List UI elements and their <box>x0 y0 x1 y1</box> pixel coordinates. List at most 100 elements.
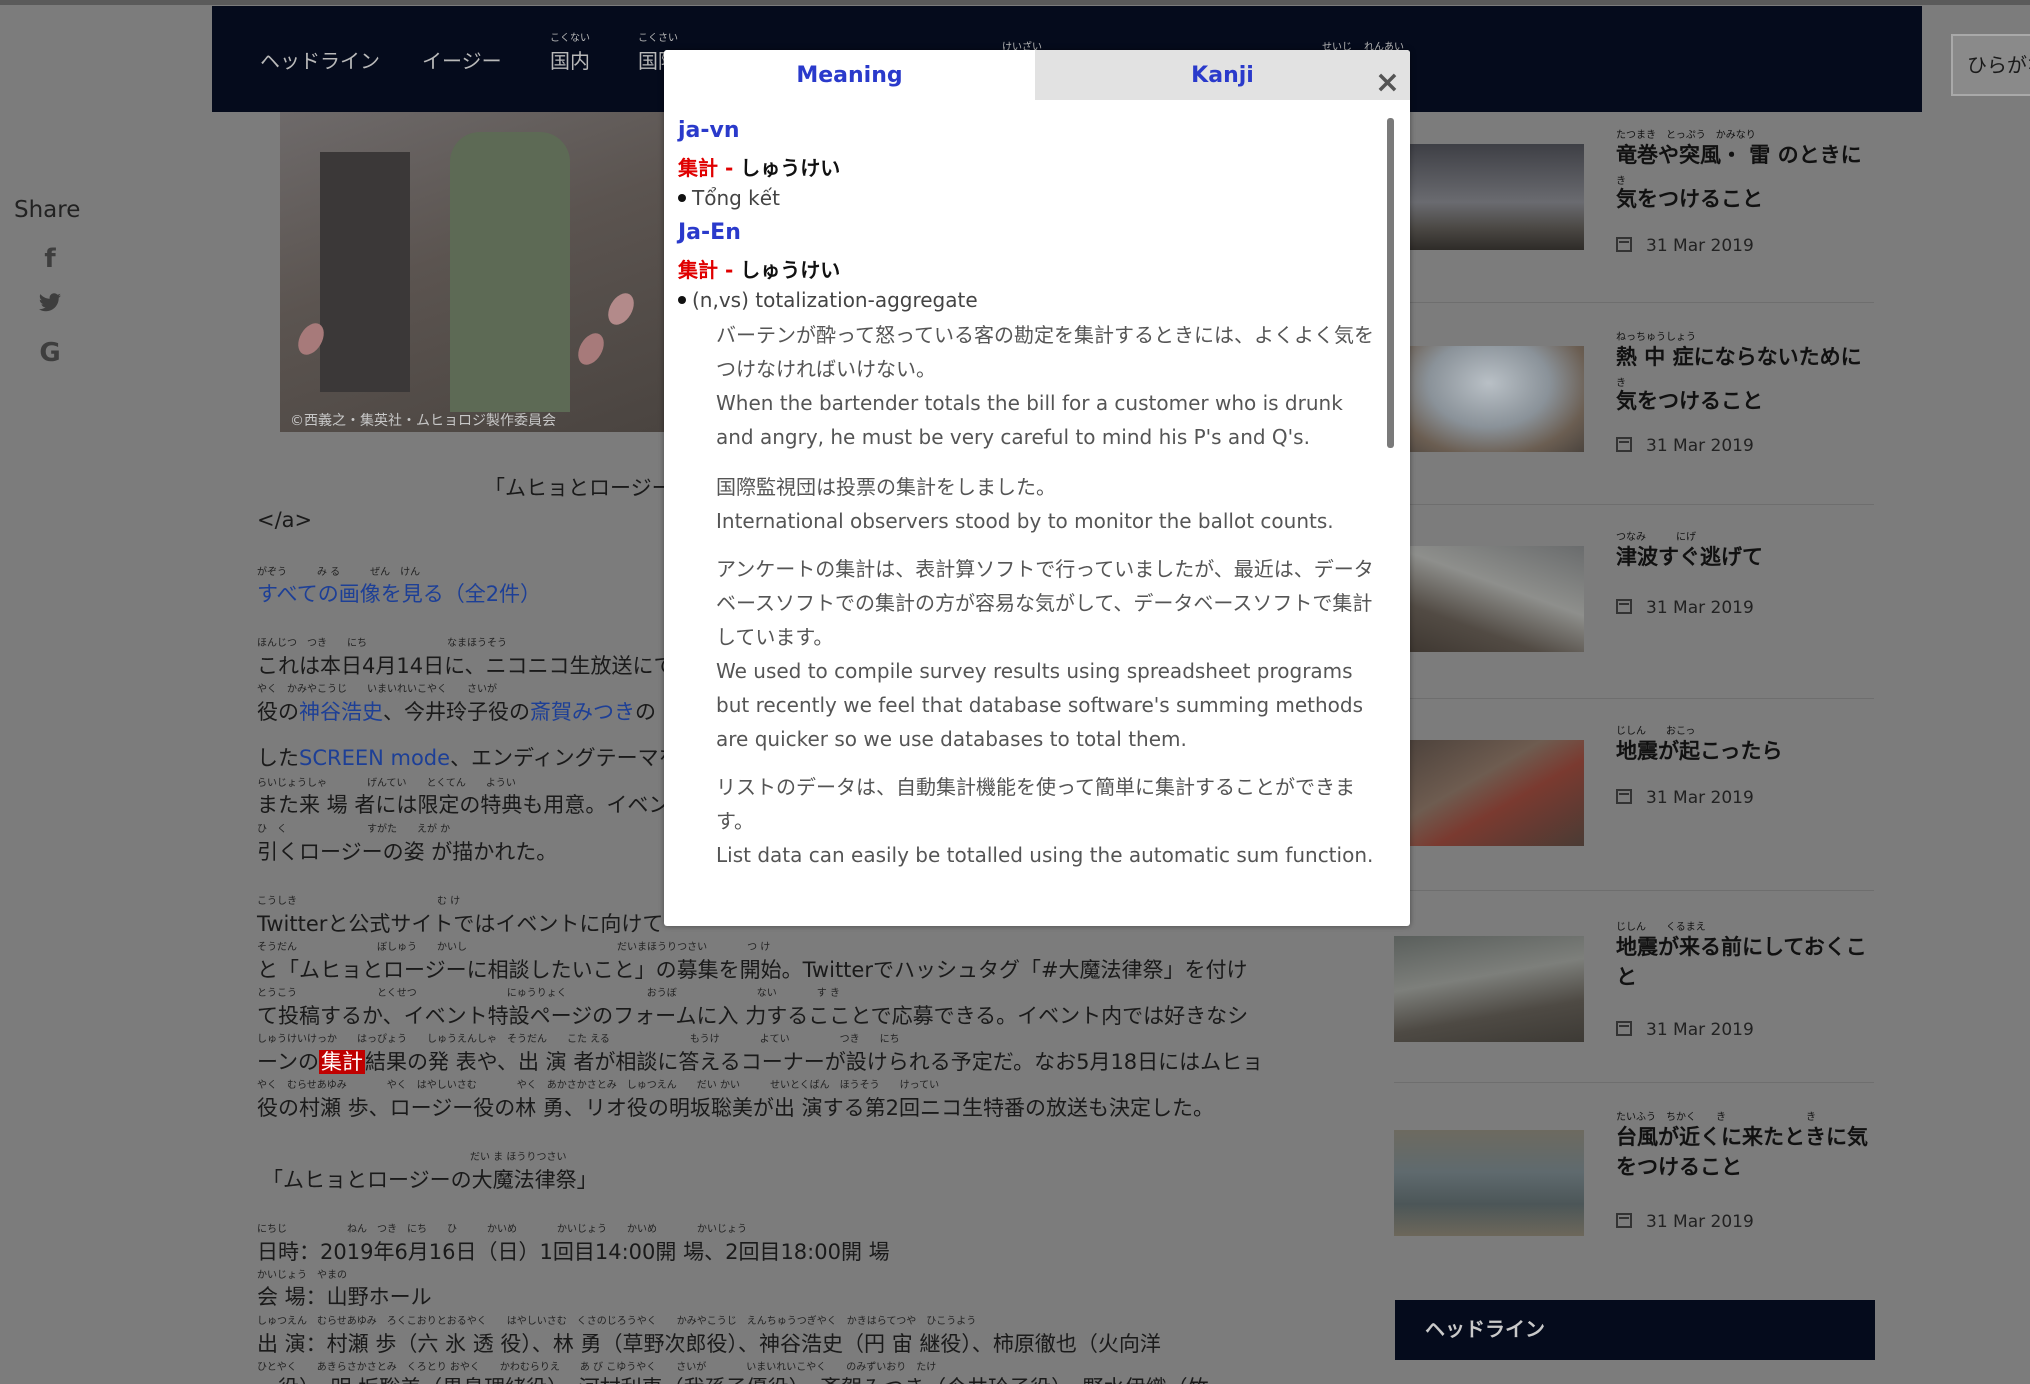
hero-petal <box>572 328 610 370</box>
news-title[interactable]: 気をつけること <box>1616 182 1876 216</box>
ruby-row: だい ま ほうりつさい <box>470 1152 567 1163</box>
dictionary-term: 集計 - しゅうけい <box>678 258 841 282</box>
all-images-link[interactable]: すべての画像を見る（全2件） <box>257 578 541 608</box>
ruby-row: こうしき む け <box>257 896 461 907</box>
google-icon[interactable]: G <box>36 338 64 368</box>
news-thumbnail[interactable] <box>1394 1130 1584 1236</box>
popup-scrollbar[interactable] <box>1387 118 1394 448</box>
person-link[interactable]: 神谷浩史 <box>299 700 383 724</box>
dictionary-term: 集計 - しゅうけい <box>678 156 841 180</box>
example-sentence: リストのデータは、自動集計機能を使って簡単に集計することができます。 List … <box>716 770 1386 872</box>
ruby-row: かいじょう やまの <box>257 1270 347 1281</box>
nav-ruby <box>422 32 502 46</box>
article-text-line: これは本日4月14日に、ニコニコ生放送にて <box>257 654 675 678</box>
nav-ruby <box>260 32 380 46</box>
divider <box>1394 1082 1874 1083</box>
article-text-line: と「ムヒョとロージーに相談したいこと」の募集を開始。Twitterでハッシュタグ… <box>257 958 1248 982</box>
divider <box>1394 302 1874 303</box>
news-title[interactable]: 気をつけること <box>1616 384 1876 418</box>
ruby-row: らいじょうしゃ げんてい とくてん ようい <box>257 778 516 789</box>
example-sentence: バーテンが酔って怒っている客の勘定を集計するときには、よくよく気をつけなければい… <box>716 318 1386 454</box>
event-date: 日時：2019年6月16日（日）1回目14:00開 場、2回目18:00開 場 <box>257 1240 890 1264</box>
news-date: 31 Mar 2019 <box>1616 436 1754 456</box>
highlighted-word[interactable]: 集計 <box>318 1050 365 1074</box>
news-title[interactable]: 地震が来る前にしておくこ <box>1616 930 1876 964</box>
nav-label: 国内 <box>550 49 590 73</box>
close-icon[interactable]: × <box>1375 68 1400 98</box>
example-sentence: アンケートの集計は、表計算ソフトで行っていましたが、最近は、データベースソフトで… <box>716 552 1386 756</box>
example-ja: リストのデータは、自動集計機能を使って簡単に集計することができます。 <box>716 775 1355 833</box>
nav-item-domestic[interactable]: こくない 国内 <box>550 32 590 82</box>
news-date: 31 Mar 2019 <box>1616 788 1754 808</box>
tab-kanji[interactable]: Kanji <box>1035 50 1410 100</box>
furigana-select[interactable]: ひらがな <box>1951 34 2030 96</box>
definition: (n,vs) totalization-aggregate <box>678 288 978 312</box>
article-text-line: て投稿するか、イベント特設ページのフォームに入 力するこことで応募できる。イベン… <box>257 1004 1249 1028</box>
news-date: 31 Mar 2019 <box>1616 1212 1754 1232</box>
news-title[interactable]: をつけること <box>1616 1150 1876 1184</box>
select-value: ひらがな <box>1967 53 2030 77</box>
hero-figure-right <box>450 132 570 412</box>
ruby-row: にちじ ねん つき にち ひ かいめ かいじょう かいめ かいじょう <box>257 1224 747 1235</box>
nav-ruby: こくない <box>550 33 590 44</box>
example-ja: アンケートの集計は、表計算ソフトで行っていましたが、最近は、データベースソフトで… <box>716 557 1374 649</box>
event-cast: 出 演：村瀬 歩（六 氷 透 役）、林 勇（草野次郎役）、神谷浩史（円 宙 継役… <box>257 1332 1161 1356</box>
news-thumbnail[interactable] <box>1394 546 1584 652</box>
divider <box>1394 890 1874 891</box>
article-text-line: 役の村瀬 歩、ロージー役の林 勇、リオ役の明坂聡美が出 演する第2回ニコ生特番の… <box>257 1096 1214 1120</box>
news-thumbnail[interactable] <box>1394 144 1584 250</box>
ruby-row: しゅつえん むらせあゆみ ろくこおりとおるやく はやしいさむ くさのじろうやく … <box>257 1316 977 1327</box>
band-link[interactable]: SCREEN mode <box>299 746 450 770</box>
news-title[interactable]: 地震が起こったら <box>1616 734 1876 768</box>
bullet-icon <box>678 194 686 202</box>
ruby-row: ひとやく あきらさかさとみ くろとり おやく かわむらりえ あ び こゆうやく … <box>257 1362 937 1373</box>
article-text-line: したSCREEN mode、エンディングテーマを <box>257 746 680 770</box>
news-title[interactable]: 熱 中 症にならないために <box>1616 340 1876 374</box>
article-hero-image[interactable]: ©西義之・集英社・ムヒョロジ製作委員会 <box>280 112 664 432</box>
news-thumbnail[interactable] <box>1394 740 1584 846</box>
ruby-row: とうこう とくせつ にゅうりょく おうぼ ない す き <box>257 988 840 999</box>
news-title[interactable]: 竜巻や突風・ 雷 のときに <box>1616 138 1876 172</box>
news-date: 31 Mar 2019 <box>1616 1020 1754 1040</box>
example-en: We used to compile survey results using … <box>716 659 1364 751</box>
ruby-row: やく むらせあゆみ やく はやしいさむ やく あかさかさとみ しゅつえん だい … <box>257 1080 940 1091</box>
hero-credit: ©西義之・集英社・ムヒョロジ製作委員会 <box>290 413 556 429</box>
person-link[interactable]: 斎賀みつき <box>530 700 635 724</box>
nav-label: イージー <box>422 49 502 73</box>
news-title[interactable]: 台風が近くに来たときに気 <box>1616 1120 1876 1154</box>
top-strip <box>0 0 2030 5</box>
ruby-row: ほんじつ つき にち なまほうそう <box>257 638 507 649</box>
twitter-icon[interactable] <box>36 292 64 322</box>
tab-meaning[interactable]: Meaning <box>664 50 1035 100</box>
article-text-line: ーンの集計結果の発 表や、出 演 者が相談に答えるコーナーが設けられる予定だ。な… <box>257 1050 1264 1074</box>
hero-figure-left <box>320 152 410 392</box>
article-text-line: 役の神谷浩史、今井玲子役の斎賀みつきの <box>257 700 656 724</box>
nav-label: ヘッドライン <box>260 49 380 73</box>
calendar-icon <box>1616 237 1632 252</box>
nav-item-easy[interactable]: イージー <box>422 32 502 82</box>
news-title[interactable]: と <box>1616 960 1876 994</box>
event-venue: 会 場：山野ホール <box>257 1285 432 1309</box>
sidebar-heading: ヘッドライン <box>1395 1300 1875 1360</box>
image-caption: 「ムヒョとロージー <box>484 476 673 500</box>
news-title[interactable]: 津波すぐ逃げて <box>1616 540 1876 574</box>
nav-item-headline[interactable]: ヘッドライン <box>260 32 380 82</box>
article-text-line: また来 場 者には限定の特典も用意。イベン <box>257 793 670 817</box>
calendar-icon <box>1616 1213 1632 1228</box>
ruby-row: しゅうけいけっか はっぴょう しゅうえんしゃ そうだん こた える もうけ よて… <box>257 1034 900 1045</box>
ruby-row: やく かみやこうじ いまいれいこやく さいが <box>257 684 497 695</box>
share-label: Share <box>14 197 81 223</box>
facebook-icon[interactable]: f <box>36 244 64 274</box>
news-date: 31 Mar 2019 <box>1616 598 1754 618</box>
news-thumbnail[interactable] <box>1394 936 1584 1042</box>
divider <box>1394 698 1874 699</box>
calendar-icon <box>1616 1021 1632 1036</box>
news-date: 31 Mar 2019 <box>1616 236 1754 256</box>
calendar-icon <box>1616 437 1632 452</box>
news-thumbnail[interactable] <box>1394 346 1584 452</box>
article-text-line: 引くロージーの姿 が描かれた。 <box>257 840 558 864</box>
ruby-row: ひ く すがた えが か <box>257 824 451 835</box>
event-cast: 一役）、明 坂聡美（黒鳥理緒役）、河村利恵（我孫子優役）、斎賀みつき（今井玲子役… <box>257 1372 1209 1384</box>
ruby-row: がぞう み る ぜん けん <box>257 567 421 578</box>
example-ja: 国際監視団は投票の集計をしました。 <box>716 475 1056 499</box>
